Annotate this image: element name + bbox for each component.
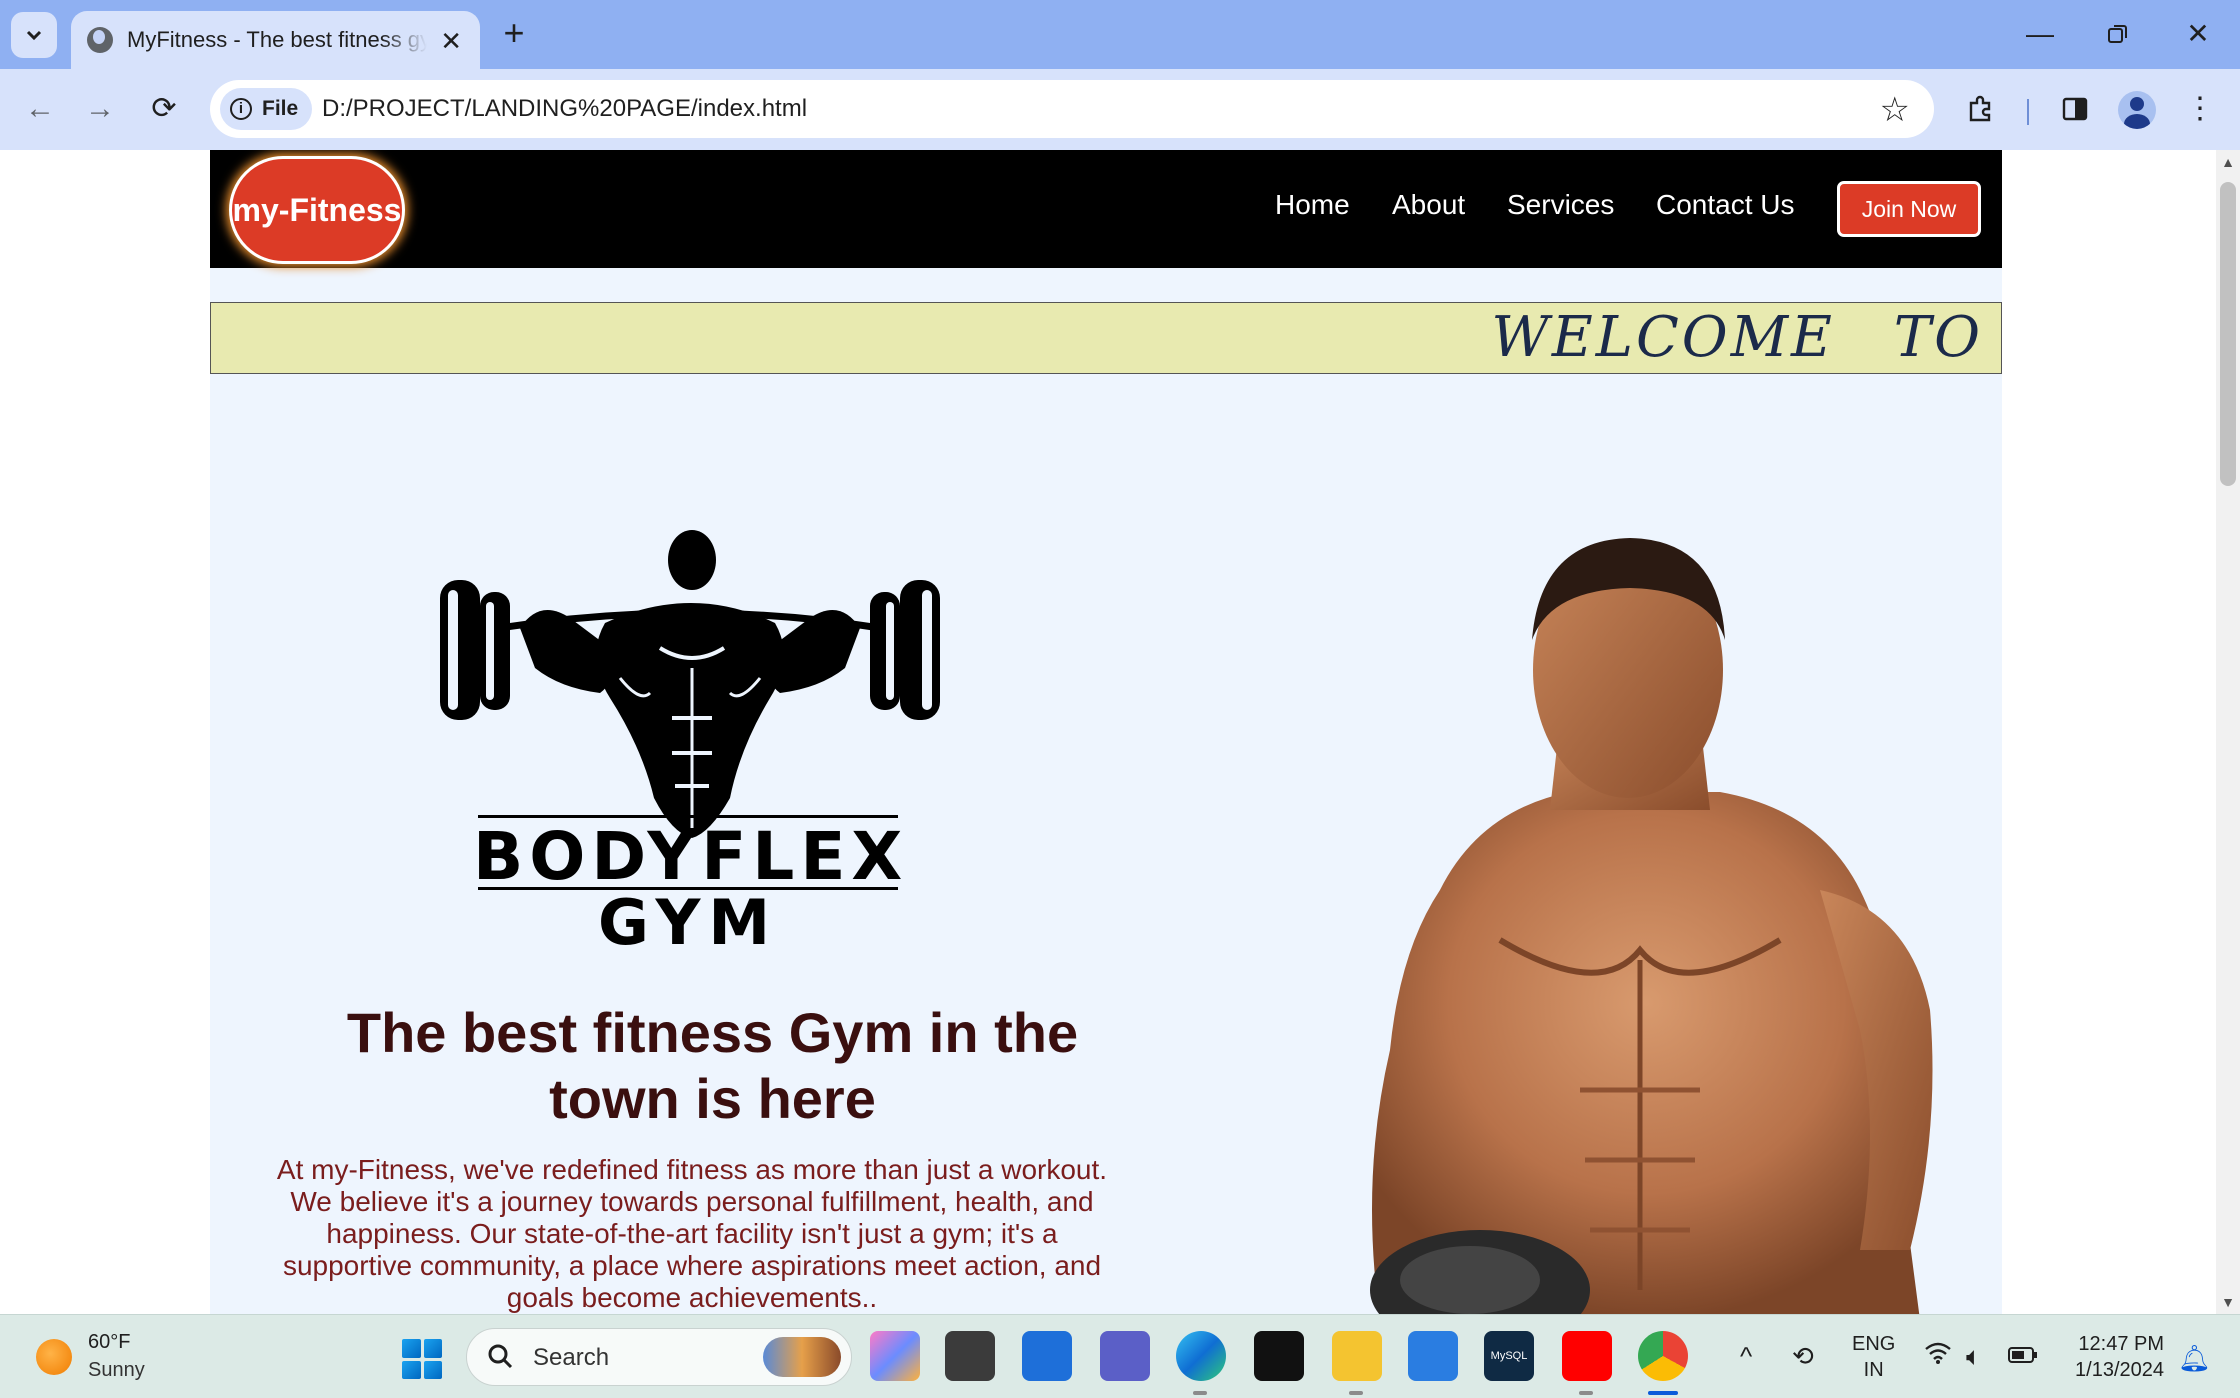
browser-tab[interactable]: MyFitness - The best fitness gym ✕ — [71, 11, 480, 69]
reload-icon[interactable]: ⟳ — [142, 87, 186, 131]
taskbar-search[interactable]: Search — [466, 1328, 852, 1386]
site-logo[interactable]: my-Fitness — [229, 156, 405, 264]
site-info-label: File — [262, 97, 299, 120]
sync-icon[interactable]: ⟲ — [1792, 1341, 1814, 1372]
file-explorer-icon[interactable] — [1332, 1331, 1382, 1381]
site-info-chip[interactable]: i File — [220, 88, 313, 130]
mail-icon[interactable] — [1022, 1331, 1072, 1381]
hero-description: At my-Fitness, we've redefined fitness a… — [276, 1154, 1108, 1313]
menu-icon[interactable]: ⋮ — [2178, 87, 2222, 131]
show-hidden-icons-icon[interactable]: ^ — [1740, 1341, 1752, 1372]
hero-headline: The best fitness Gym in the town is here — [346, 1001, 1079, 1130]
notepad-icon[interactable] — [1408, 1331, 1458, 1381]
close-icon[interactable]: ✕ — [2168, 12, 2228, 56]
youtube-icon[interactable] — [1562, 1331, 1612, 1381]
back-icon[interactable]: ← — [18, 87, 62, 131]
minimize-icon[interactable]: — — [2010, 12, 2070, 56]
side-panel-icon[interactable] — [2053, 87, 2097, 131]
windows-taskbar: 60°F Sunny Search MySQL ^ ⟲ ENG IN 🔈︎ 12… — [0, 1314, 2240, 1398]
teams-icon[interactable] — [1100, 1331, 1150, 1381]
chrome-icon[interactable] — [1638, 1331, 1688, 1381]
nav-contact-us[interactable]: Contact Us — [1656, 189, 1795, 221]
scrollbar-thumb[interactable] — [2220, 182, 2236, 486]
address-bar[interactable]: i File D:/PROJECT/LANDING%20PAGE/index.h… — [210, 80, 1934, 138]
page-viewport: my-Fitness Home About Services Contact U… — [0, 150, 2216, 1314]
search-highlight-icon — [763, 1337, 841, 1377]
search-icon — [488, 1344, 513, 1369]
tab-close-icon[interactable]: ✕ — [440, 26, 462, 57]
nav-services[interactable]: Services — [1507, 189, 1614, 221]
globe-icon — [87, 27, 113, 53]
landing-page: my-Fitness Home About Services Contact U… — [210, 150, 2002, 1314]
clock-time: 12:47 PM — [2078, 1333, 2164, 1355]
restore-icon[interactable] — [2088, 12, 2148, 56]
site-navbar: my-Fitness Home About Services Contact U… — [210, 150, 2002, 268]
marquee-text: WELCOME TO — [1491, 305, 1983, 370]
toolbar-separator — [2027, 99, 2029, 125]
search-placeholder: Search — [533, 1344, 610, 1371]
notification-bell-icon[interactable]: 🔔︎ — [2178, 1343, 2211, 1374]
info-icon: i — [230, 98, 252, 120]
volume-icon[interactable]: 🔈︎ — [1966, 1341, 1982, 1373]
weather-temperature[interactable]: 60°F — [88, 1331, 130, 1354]
profile-icon[interactable] — [2118, 91, 2156, 129]
terminal-icon[interactable] — [1254, 1331, 1304, 1381]
join-now-button[interactable]: Join Now — [1837, 181, 1981, 237]
athlete-photo — [1370, 538, 1933, 1314]
edge-icon[interactable] — [1176, 1331, 1226, 1381]
brand-name: BODYFLEX — [473, 818, 909, 895]
weather-sun-icon[interactable] — [36, 1339, 72, 1375]
scroll-up-icon[interactable]: ▲ — [2216, 154, 2240, 170]
language-code: ENG — [1852, 1333, 1896, 1355]
chevron-down-icon — [26, 30, 42, 41]
chrome-active-indicator — [1648, 1391, 1678, 1395]
tab-strip: MyFitness - The best fitness gym ✕ + — ✕ — [0, 0, 2240, 69]
mysql-icon[interactable]: MySQL — [1484, 1331, 1534, 1381]
explorer-running-indicator — [1349, 1391, 1363, 1395]
star-icon[interactable]: ☆ — [1880, 90, 1910, 130]
windows-start-icon[interactable] — [402, 1339, 442, 1379]
nav-home[interactable]: Home — [1275, 189, 1350, 221]
forward-icon[interactable]: → — [78, 87, 122, 131]
vertical-scrollbar[interactable]: ▲ ▼ — [2216, 150, 2240, 1314]
url-text[interactable]: D:/PROJECT/LANDING%20PAGE/index.html — [322, 95, 807, 123]
tab-title: MyFitness - The best fitness gym — [127, 27, 427, 52]
system-clock[interactable]: 12:47 PM 1/13/2024 — [2060, 1331, 2164, 1383]
extensions-icon[interactable] — [1959, 87, 2003, 131]
youtube-running-indicator — [1579, 1391, 1593, 1395]
tab-search-button[interactable] — [11, 12, 57, 58]
browser-toolbar: ← → ⟳ i File D:/PROJECT/LANDING%20PAGE/i… — [0, 69, 2240, 150]
weather-condition[interactable]: Sunny — [88, 1359, 145, 1382]
nav-about[interactable]: About — [1392, 189, 1465, 221]
edge-running-indicator — [1193, 1391, 1207, 1395]
language-region: IN — [1863, 1359, 1884, 1381]
battery-icon[interactable] — [2008, 1341, 2038, 1372]
language-indicator[interactable]: ENG IN — [1852, 1331, 1895, 1383]
copilot-icon[interactable] — [870, 1331, 920, 1381]
welcome-marquee: WELCOME TO — [210, 302, 2002, 374]
new-tab-button[interactable]: + — [494, 14, 534, 54]
brand-subtitle: GYM — [597, 886, 779, 959]
wifi-icon[interactable] — [1924, 1341, 1952, 1372]
clock-date: 1/13/2024 — [2075, 1359, 2164, 1381]
scroll-down-icon[interactable]: ▼ — [2216, 1294, 2240, 1310]
task-view-icon[interactable] — [945, 1331, 995, 1381]
